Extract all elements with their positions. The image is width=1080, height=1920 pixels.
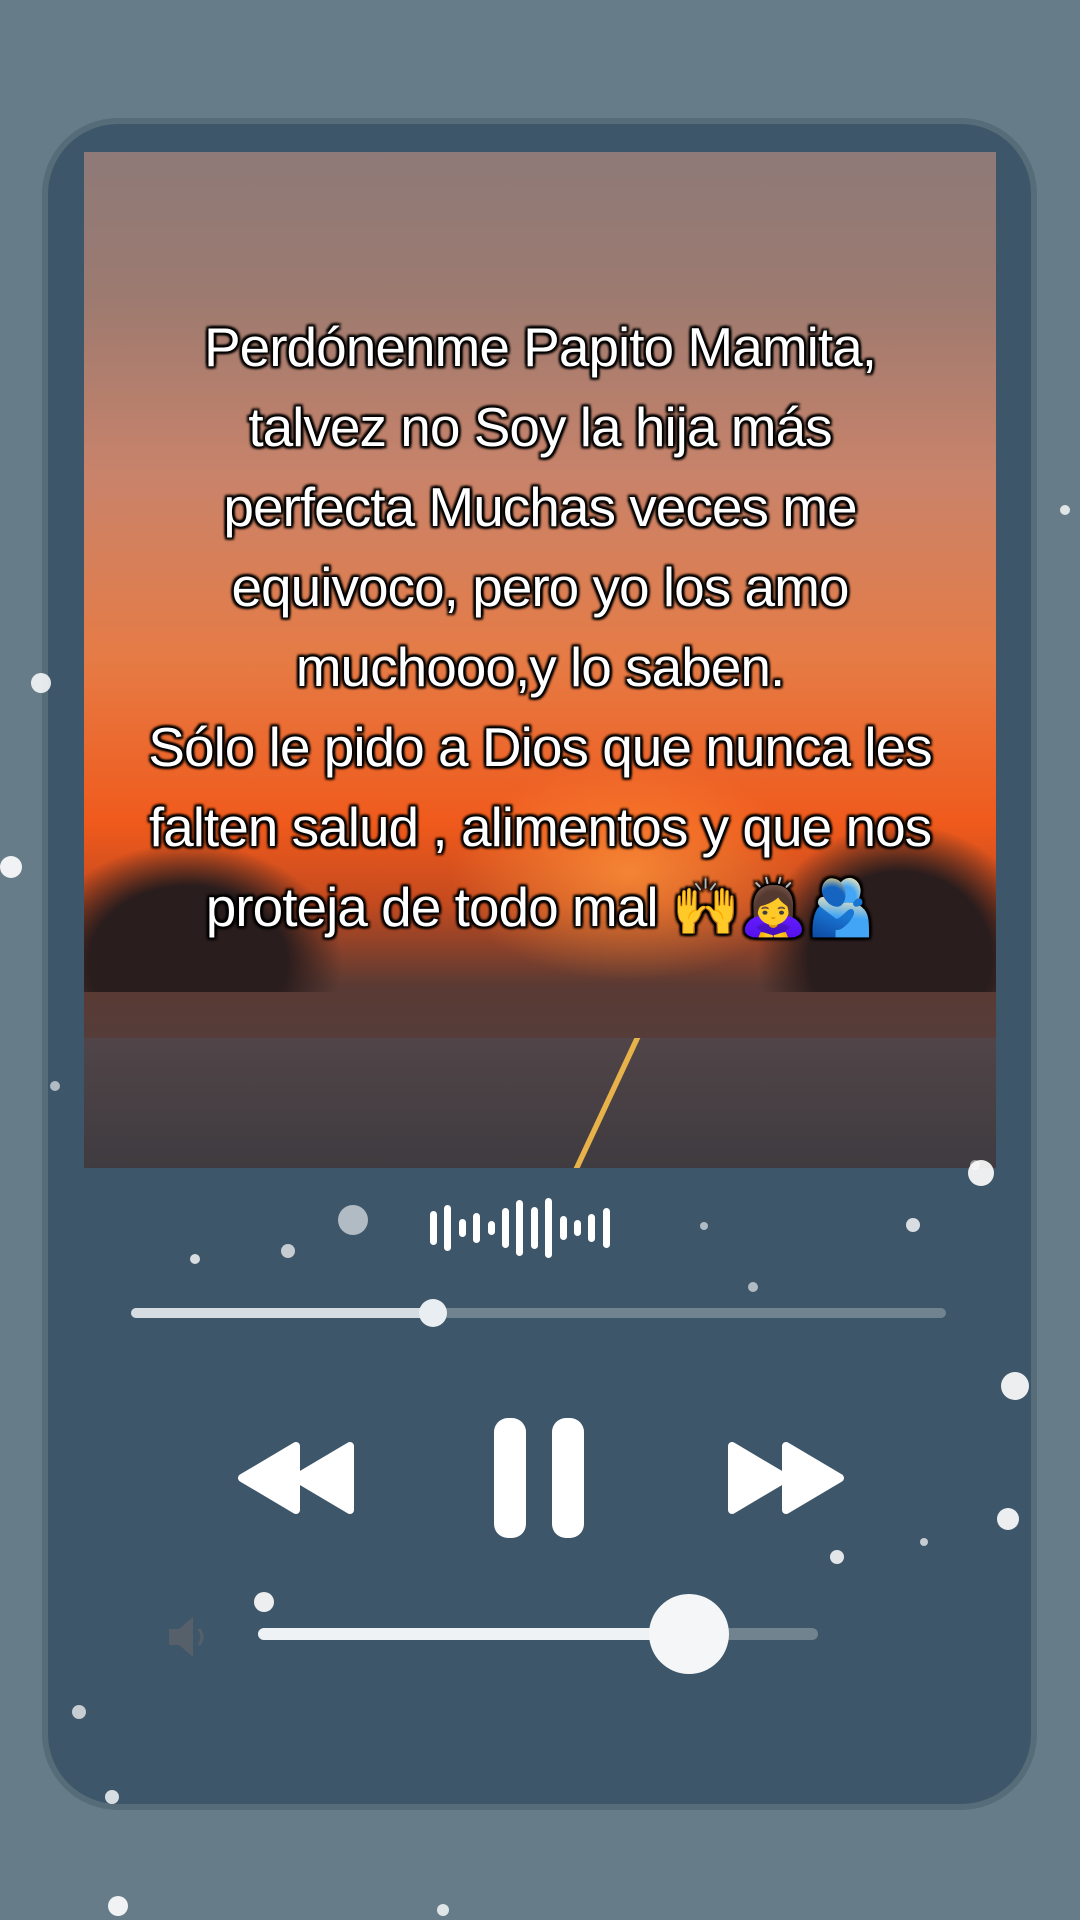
snow-particle <box>72 1705 86 1719</box>
snow-particle <box>906 1218 920 1232</box>
quote-line: proteja de todo mal 🙌🙇‍♀️🫂 <box>205 876 876 938</box>
audio-waveform-icon <box>430 1198 610 1258</box>
snow-particle <box>437 1904 449 1916</box>
progress-fill <box>131 1308 433 1318</box>
quote-line: talvez no Soy la hija más <box>248 396 832 458</box>
snow-particle <box>970 1160 980 1170</box>
fast-forward-icon[interactable] <box>726 1438 846 1518</box>
volume-thumb[interactable] <box>649 1594 730 1674</box>
snow-particle <box>997 1508 1019 1530</box>
volume-slider[interactable] <box>258 1594 818 1674</box>
volume-fill <box>258 1628 690 1640</box>
snow-particle <box>254 1592 274 1612</box>
snow-particle <box>105 1790 119 1804</box>
road <box>84 1038 996 1168</box>
snow-particle <box>281 1244 295 1258</box>
quote-line: falten salud , alimentos y que nos <box>148 796 932 858</box>
quote-line: muchooo,y lo saben. <box>295 636 786 698</box>
progress-bar[interactable] <box>131 1299 946 1327</box>
quote-line: perfecta Muchas veces me <box>223 476 857 538</box>
speaker-icon[interactable] <box>165 1612 215 1662</box>
progress-thumb[interactable] <box>418 1299 447 1327</box>
rewind-icon[interactable] <box>236 1438 356 1518</box>
snow-particle <box>920 1538 928 1546</box>
snow-particle <box>1001 1372 1029 1400</box>
pause-icon[interactable] <box>492 1416 586 1540</box>
quote-text: Perdónenme Papito Mamita, talvez no Soy … <box>84 307 996 947</box>
snow-particle <box>1060 505 1070 515</box>
snow-particle <box>748 1282 758 1292</box>
quote-line: Sólo le pido a Dios que nunca les <box>148 716 932 778</box>
snow-particle <box>830 1550 844 1564</box>
snow-particle <box>31 673 51 693</box>
snow-particle <box>700 1222 708 1230</box>
quote-line: equivoco, pero yo los amo <box>231 556 849 618</box>
snow-particle <box>190 1254 200 1264</box>
album-artwork: Perdónenme Papito Mamita, talvez no Soy … <box>84 152 996 1168</box>
snow-particle <box>338 1205 368 1235</box>
snow-particle <box>50 1081 60 1091</box>
quote-line: Perdónenme Papito Mamita, <box>203 316 877 378</box>
snow-particle <box>108 1896 128 1916</box>
snow-particle <box>0 856 22 878</box>
